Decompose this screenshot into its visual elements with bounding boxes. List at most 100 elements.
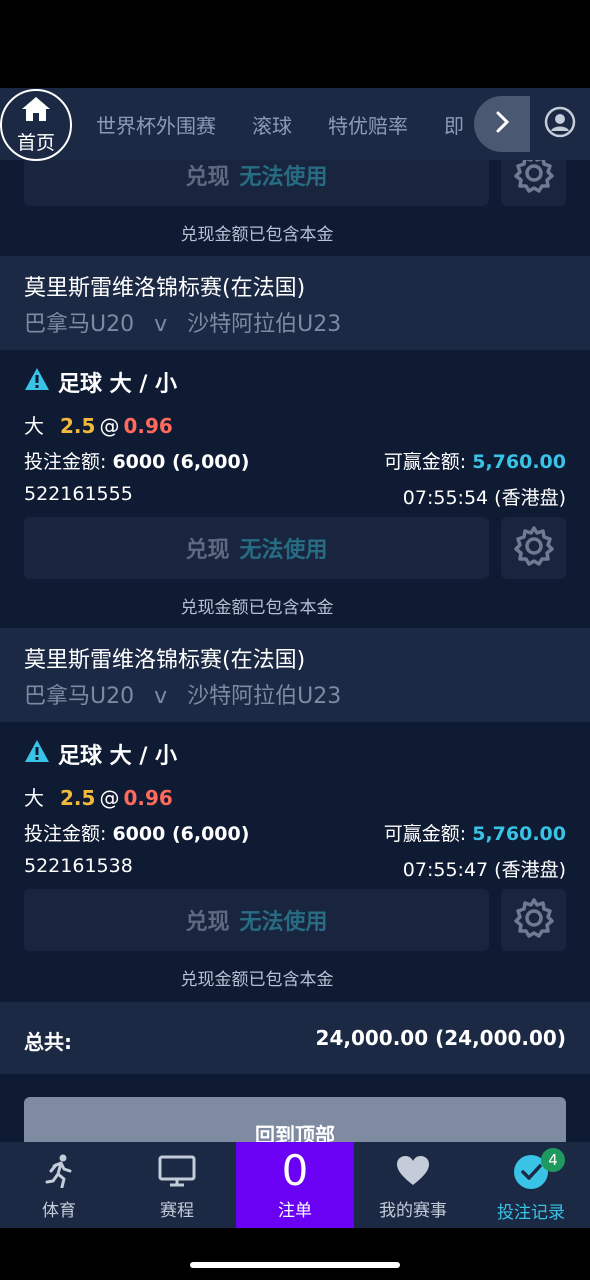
cashout-row: 兑现 无法使用 [24,889,566,951]
selection-line: 大 2.5 @0.96 [24,410,173,439]
handicap: 2.5 [60,786,96,810]
home-indicator[interactable] [190,1262,400,1268]
home-team: 巴拿马U20 [24,684,135,709]
runner-icon [44,1154,74,1192]
stake-label: 投注金额: [24,451,107,473]
league-header[interactable]: 莫里斯雷维洛锦标赛(在法国) 巴拿马U20 v 沙特阿拉伯U23 [0,628,590,722]
tab-my-events-label: 我的赛事 [379,1201,447,1221]
at-sign: @ [99,414,120,438]
league-name: 莫里斯雷维洛锦标赛(在法国) [24,276,306,301]
cashout-label: 兑现 [185,538,230,563]
tab-betslip-label: 注单 [278,1201,312,1221]
league-name: 莫里斯雷维洛锦标赛(在法国) [24,648,306,673]
cashout-row: 兑现 无法使用 [24,160,566,206]
match-teams: 巴拿马U20 v 沙特阿拉伯U23 [24,306,341,338]
home-team: 巴拿马U20 [24,312,135,337]
win-label: 可赢金额: [383,451,467,473]
away-team: 沙特阿拉伯U23 [187,684,342,709]
cashout-row: 兑现 无法使用 [24,517,566,579]
cashout-status: 无法使用 [239,538,328,563]
bet-history-content: 兑现 无法使用 兑现金额已包含本金 莫里斯雷维洛锦标赛(在法国) 巴拿马U20 v… [0,160,590,1142]
tab-instant[interactable]: 即 [444,110,464,139]
tab-betslip[interactable]: 0 注单 [236,1142,354,1228]
monitor-icon [158,1154,196,1192]
bet-id: 522161555 [24,483,133,505]
home-label: 首页 [16,131,55,154]
win-label: 可赢金额: [383,823,467,845]
tab-live[interactable]: 滚球 [252,110,292,139]
market-name: 足球 大 / 小 [58,744,178,769]
cashout-settings-button[interactable] [501,160,566,206]
cashout-settings-button[interactable] [501,517,566,579]
win-value: 5,760.00 [472,451,566,473]
handicap: 2.5 [60,414,96,438]
tab-my-events[interactable]: 我的赛事 [354,1142,472,1228]
back-to-top-button[interactable]: 回到顶部 [24,1097,566,1142]
away-team: 沙特阿拉伯U23 [187,312,342,337]
cashout-status: 无法使用 [239,910,328,935]
tab-bet-history-label: 投注记录 [497,1203,565,1223]
cashout-note: 兑现金额已包含本金 [180,598,334,618]
betslip-count: 0 [281,1146,309,1195]
nav-tabs: 世界杯外围赛 滚球 特优赔率 即 [96,88,500,160]
tab-sports[interactable]: 体育 [0,1142,118,1228]
home-icon [21,96,51,126]
cashout-button[interactable]: 兑现 无法使用 [24,889,489,951]
gear-icon [512,160,556,199]
cashout-label: 兑现 [185,165,230,190]
odds: 0.96 [123,414,173,438]
match-teams: 巴拿马U20 v 沙特阿拉伯U23 [24,678,341,710]
stake-value: 6000 (6,000) [112,451,250,473]
at-sign: @ [99,786,120,810]
tab-bet-history[interactable]: 4 投注记录 [472,1142,590,1228]
stake-value: 6000 (6,000) [112,823,250,845]
bet-market: 足球 大 / 小 [24,738,177,770]
home-indicator-area [0,1228,590,1280]
warning-icon [24,367,58,397]
win-value: 5,760.00 [472,823,566,845]
tab-schedule[interactable]: 赛程 [118,1142,236,1228]
warning-icon [24,739,58,769]
vs-label: v [154,312,168,337]
stake-line: 投注金额: 6000 (6,000) 可赢金额: 5,760.00 [24,819,566,846]
home-button[interactable]: 首页 [0,89,72,161]
stake-line: 投注金额: 6000 (6,000) 可赢金额: 5,760.00 [24,447,566,474]
bet-id: 522161538 [24,855,133,877]
cashout-settings-button[interactable] [501,889,566,951]
selection-line: 大 2.5 @0.96 [24,782,173,811]
status-bar [0,0,590,88]
cashout-button[interactable]: 兑现 无法使用 [24,160,489,206]
gear-icon [512,896,556,944]
cashout-status: 无法使用 [239,165,328,190]
vs-label: v [154,684,168,709]
bet-time: 07:55:47 (香港盘) [402,859,566,881]
cashout-note: 兑现金额已包含本金 [180,970,334,990]
nav-scroll-button[interactable] [474,96,530,152]
selection: 大 [24,414,44,438]
bet-market: 足球 大 / 小 [24,366,177,398]
top-nav: 首页 世界杯外围赛 滚球 特优赔率 即 [0,88,590,161]
market-name: 足球 大 / 小 [58,372,178,397]
bet-time: 07:55:54 (香港盘) [402,487,566,509]
total-bar: 总共: 24,000.00 (24,000.00) [0,1002,590,1074]
odds: 0.96 [123,786,173,810]
win-amount: 可赢金额: 5,760.00 [384,819,566,846]
cashout-button[interactable]: 兑现 无法使用 [24,517,489,579]
cashout-label: 兑现 [185,910,230,935]
tab-schedule-label: 赛程 [160,1201,194,1221]
bottom-tab-bar: 体育 赛程 0 注单 我的赛事 4 投注记录 [0,1142,590,1228]
win-amount: 可赢金额: 5,760.00 [384,447,566,474]
tab-world-cup-qualifiers[interactable]: 世界杯外围赛 [96,110,216,139]
gear-icon [512,524,556,572]
chevron-right-icon [494,110,510,138]
stake-label: 投注金额: [24,823,107,845]
league-header[interactable]: 莫里斯雷维洛锦标赛(在法国) 巴拿马U20 v 沙特阿拉伯U23 [0,256,590,350]
bet-id-line: 522161538 07:55:47 (香港盘) [24,855,566,881]
cashout-note: 兑现金额已包含本金 [180,225,334,245]
user-button[interactable] [530,88,590,160]
bet-id-line: 522161555 07:55:54 (香港盘) [24,483,566,509]
total-label: 总共: [24,1030,72,1054]
tab-special-odds[interactable]: 特优赔率 [328,110,408,139]
total-value: 24,000.00 (24,000.00) [315,1026,566,1050]
bet-history-badge: 4 [541,1148,565,1172]
